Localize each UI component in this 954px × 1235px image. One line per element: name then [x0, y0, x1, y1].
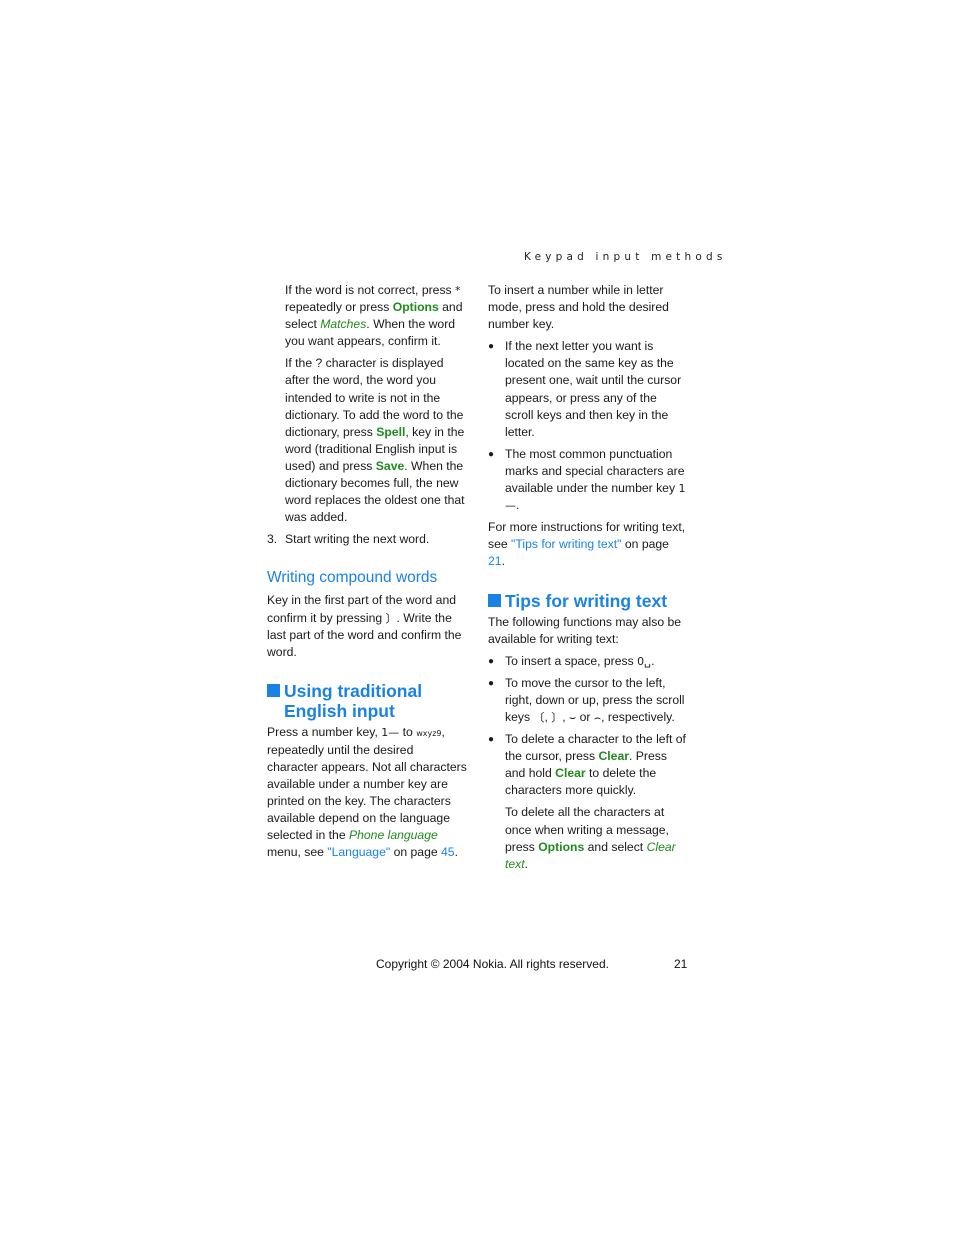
paragraph-question-char: If the ? character is displayed after th… [285, 356, 465, 525]
bullet-icon: ● [488, 655, 495, 667]
options-softkey: Options [538, 839, 585, 854]
right-column: To insert a number while in letter mode,… [488, 282, 688, 873]
language-link[interactable]: "Language" [327, 845, 390, 859]
paragraph-more-instructions: For more instructions for writing text, … [488, 520, 686, 569]
key-0-icon: 0␣ [637, 654, 652, 668]
paragraph-insert-number: To insert a number while in letter mode,… [488, 283, 669, 332]
spell-softkey: Spell [376, 424, 406, 439]
clear-softkey: Clear [598, 749, 629, 764]
bullet-icon: ● [488, 448, 495, 460]
clear-softkey: Clear [555, 766, 586, 781]
matches-menu-item: Matches [320, 317, 367, 332]
manual-page: Keypad input methods If the word is not … [0, 0, 954, 1235]
paragraph-delete-all: To delete all the characters at once whe… [505, 805, 676, 871]
section-square-icon [488, 593, 501, 607]
phone-language-menu-item: Phone language [348, 828, 438, 843]
page-number: 21 [674, 957, 688, 971]
page-21-link[interactable]: 21 [488, 554, 502, 568]
tips-link[interactable]: "Tips for writing text" [511, 537, 621, 551]
paragraph-compound: Key in the first part of the word and co… [267, 593, 462, 659]
bullet-delete: ● To delete a character to the left of th… [488, 731, 688, 799]
options-softkey: Options [392, 300, 439, 315]
key-9-icon: wxyz9 [416, 728, 442, 738]
left-column: If the word is not correct, press * repe… [267, 282, 467, 862]
bullet-punctuation: ● The most common punctuation marks and … [488, 446, 688, 514]
scroll-right-key-icon: 〕 [385, 611, 397, 625]
heading-using-traditional-english-input: Using traditional English input [267, 681, 467, 721]
save-softkey: Save [375, 458, 405, 473]
paragraph-tips-intro: The following functions may also be avai… [488, 614, 682, 646]
scroll-left-key-icon: 〔 [533, 710, 545, 724]
section-square-icon [267, 683, 280, 697]
bullet-icon: ● [488, 677, 495, 689]
bullet-next-letter: ● If the next letter you want is located … [488, 338, 688, 441]
bullet-move-cursor: ● To move the cursor to the left, right, … [488, 675, 688, 726]
star-key-icon: * [455, 284, 461, 297]
key-1-icon: 1— [381, 725, 400, 739]
copyright-footer: Copyright © 2004 Nokia. All rights reser… [376, 957, 609, 971]
page-45-link[interactable]: 45 [441, 845, 455, 859]
scroll-right-key-icon: 〕 [551, 710, 563, 724]
running-header: Keypad input methods [524, 251, 727, 263]
heading-tips-for-writing-text: Tips for writing text [488, 591, 688, 611]
bullet-icon: ● [488, 341, 495, 353]
paragraph-traditional: Press a number key, 1— to wxyz9, repeate… [267, 724, 467, 860]
step-3: 3. Start writing the next word. [267, 532, 430, 547]
heading-writing-compound-words: Writing compound words [267, 569, 438, 587]
bullet-icon: ● [488, 734, 495, 746]
paragraph-not-correct: If the word is not correct, press * repe… [285, 283, 463, 349]
bullet-space: ● To insert a space, press 0␣. [488, 653, 688, 670]
